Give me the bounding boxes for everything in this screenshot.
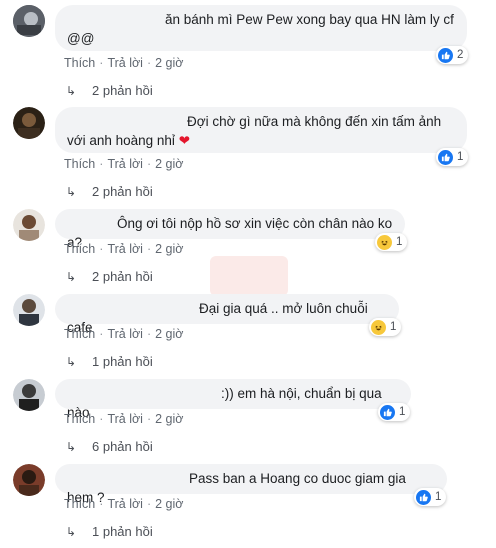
view-replies-link[interactable]: ↳ 6 phản hồi xyxy=(66,439,153,454)
reaction-count-number: 1 xyxy=(399,406,406,418)
avatar[interactable] xyxy=(13,107,45,139)
reply-link[interactable]: Trả lời xyxy=(107,497,143,511)
haha-icon xyxy=(371,319,386,335)
separator-dot: · xyxy=(146,242,152,256)
avatar[interactable] xyxy=(13,5,45,37)
view-replies-link[interactable]: ↳ 2 phản hồi xyxy=(66,184,153,199)
separator-dot: · xyxy=(99,157,104,171)
reaction-count[interactable]: 1 xyxy=(436,148,469,166)
reply-link[interactable]: Trả lời xyxy=(107,157,143,171)
reply-link[interactable]: Trả lời xyxy=(107,412,143,426)
avatar[interactable] xyxy=(13,379,45,411)
heart-icon: ❤ xyxy=(178,133,191,148)
avatar-image xyxy=(13,464,45,496)
like-icon xyxy=(438,149,453,165)
comment-text: Đợi chờ gì nữa mà không đến xin tấm ảnh … xyxy=(67,112,455,150)
comment-bubble: :)) em hà nội, chuẩn bị qua nào xyxy=(55,379,411,420)
separator-dot: · xyxy=(99,56,104,70)
comment-text-content: Đợi chờ gì nữa mà không đến xin tấm ảnh … xyxy=(67,114,442,148)
reply-arrow-icon: ↳ xyxy=(66,355,77,369)
reply-link[interactable]: Trả lời xyxy=(107,242,143,256)
timestamp[interactable]: 2 giờ xyxy=(155,157,183,171)
avatar[interactable] xyxy=(13,209,45,241)
timestamp[interactable]: 2 giờ xyxy=(155,327,183,341)
reaction-count[interactable]: 1 xyxy=(378,403,411,421)
comment-bubble: Đợi chờ gì nữa mà không đến xin tấm ảnh … xyxy=(55,107,467,153)
reaction-count-number: 1 xyxy=(457,151,464,163)
separator-dot: · xyxy=(146,157,152,171)
reaction-count[interactable]: 1 xyxy=(369,318,402,336)
separator-dot: · xyxy=(99,497,104,511)
avatar-image xyxy=(13,379,45,411)
avatar[interactable] xyxy=(13,464,45,496)
separator-dot: · xyxy=(99,412,104,426)
reply-arrow-icon: ↳ xyxy=(66,185,77,199)
view-replies-link[interactable]: ↳ 1 phản hồi xyxy=(66,524,153,539)
reply-arrow-icon: ↳ xyxy=(66,440,77,454)
like-link[interactable]: Thích xyxy=(64,497,95,511)
avatar-image xyxy=(13,5,45,37)
separator-dot: · xyxy=(146,412,152,426)
separator-dot: · xyxy=(146,497,152,511)
timestamp[interactable]: 2 giờ xyxy=(155,242,183,256)
replies-count: 1 phản hồi xyxy=(92,524,153,539)
haha-icon xyxy=(377,234,392,250)
timestamp[interactable]: 2 giờ xyxy=(155,497,183,511)
reply-arrow-icon: ↳ xyxy=(66,84,77,98)
reaction-count-number: 2 xyxy=(457,49,464,61)
reply-link[interactable]: Trả lời xyxy=(107,327,143,341)
comment-text: ăn bánh mì Pew Pew xong bay qua HN làm l… xyxy=(67,12,454,46)
replies-count: 2 phản hồi xyxy=(92,184,153,199)
replies-count: 1 phản hồi xyxy=(92,354,153,369)
separator-dot: · xyxy=(146,327,152,341)
like-link[interactable]: Thích xyxy=(64,242,95,256)
view-replies-link[interactable]: ↳ 2 phản hồi xyxy=(66,83,153,98)
like-link[interactable]: Thích xyxy=(64,412,95,426)
like-link[interactable]: Thích xyxy=(64,56,95,70)
reaction-count-number: 1 xyxy=(396,236,403,248)
timestamp[interactable]: 2 giờ xyxy=(155,56,183,70)
reaction-count[interactable]: 1 xyxy=(375,233,408,251)
replies-count: 2 phản hồi xyxy=(92,83,153,98)
reply-arrow-icon: ↳ xyxy=(66,525,77,539)
like-icon xyxy=(380,404,395,420)
comment-actions: Thích · Trả lời · 2 giờ xyxy=(64,56,183,70)
comment-bubble: Đại gia quá .. mở luôn chuỗi cafe xyxy=(55,294,399,335)
separator-dot: · xyxy=(99,242,104,256)
avatar-image xyxy=(13,294,45,326)
comment-actions: Thích · Trả lời · 2 giờ xyxy=(64,497,183,511)
comment-bubble: Pass ban a Hoang co duoc giam gia hem ? xyxy=(55,464,447,505)
reaction-count[interactable]: 2 xyxy=(436,46,469,64)
view-replies-link[interactable]: ↳ 1 phản hồi xyxy=(66,354,153,369)
like-icon xyxy=(416,489,431,505)
timestamp[interactable]: 2 giờ xyxy=(155,412,183,426)
replies-count: 6 phản hồi xyxy=(92,439,153,454)
avatar[interactable] xyxy=(13,294,45,326)
reply-link[interactable]: Trả lời xyxy=(107,56,143,70)
view-replies-link[interactable]: ↳ 2 phản hồi xyxy=(66,269,153,284)
comment-bubble: Ông ơi tôi nộp hồ sơ xin việc còn chân n… xyxy=(55,209,405,250)
avatar-image xyxy=(13,209,45,241)
like-link[interactable]: Thích xyxy=(64,157,95,171)
comment-actions: Thích · Trả lời · 2 giờ xyxy=(64,157,183,171)
reaction-count-number: 1 xyxy=(390,321,397,333)
comment-bubble: ăn bánh mì Pew Pew xong bay qua HN làm l… xyxy=(55,5,467,51)
like-link[interactable]: Thích xyxy=(64,327,95,341)
comment-actions: Thích · Trả lời · 2 giờ xyxy=(64,327,183,341)
separator-dot: · xyxy=(99,327,104,341)
replies-count: 2 phản hồi xyxy=(92,269,153,284)
avatar-image xyxy=(13,107,45,139)
separator-dot: · xyxy=(146,56,152,70)
reaction-count-number: 1 xyxy=(435,491,442,503)
reaction-count[interactable]: 1 xyxy=(414,488,447,506)
reply-arrow-icon: ↳ xyxy=(66,270,77,284)
comment-actions: Thích · Trả lời · 2 giờ xyxy=(64,242,183,256)
comment-actions: Thích · Trả lời · 2 giờ xyxy=(64,412,183,426)
like-icon xyxy=(438,47,453,63)
